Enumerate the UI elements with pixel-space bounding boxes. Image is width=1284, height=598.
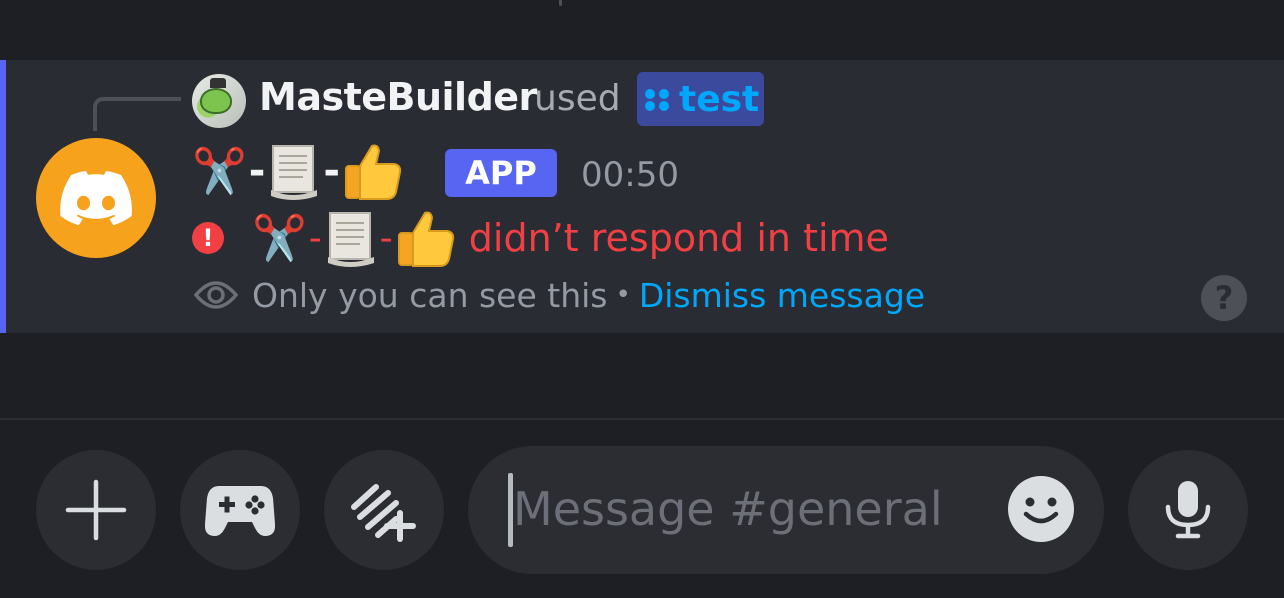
message-input[interactable]: Message #general <box>468 446 1104 574</box>
reply-spine <box>93 97 181 131</box>
scroll-emoji <box>267 142 321 200</box>
apps-button[interactable] <box>324 450 444 570</box>
ephemeral-notice: Only you can see this • Dismiss message <box>194 272 925 318</box>
bot-display-name[interactable]: ✂️ - - <box>192 136 404 206</box>
avatar-frog <box>200 88 232 114</box>
error-alert-icon: ! <box>192 222 224 254</box>
dismiss-message-link[interactable]: Dismiss message <box>639 276 925 315</box>
avatar-hat <box>210 78 226 88</box>
eye-icon <box>194 281 238 309</box>
gamepad-icon <box>205 486 275 536</box>
thumbs-up-emoji <box>342 140 404 202</box>
message-timestamp: 00:50 <box>581 155 679 195</box>
error-dash: - <box>379 217 393 259</box>
scroll-emoji <box>324 209 378 267</box>
separator-dot: • <box>615 280 631 310</box>
error-dash: - <box>308 217 322 259</box>
ephemeral-text: Only you can see this <box>252 275 608 315</box>
smiley-icon <box>1023 497 1059 524</box>
thumbs-up-emoji <box>395 207 457 269</box>
activities-button[interactable] <box>180 450 300 570</box>
plus-icon <box>65 479 127 541</box>
user-avatar[interactable] <box>192 74 246 128</box>
app-badge: APP <box>445 149 557 197</box>
error-text: didn’t respond in time <box>468 216 889 260</box>
command-name: test <box>679 78 760 120</box>
microphone-icon <box>1165 481 1211 539</box>
message-accent-bar <box>0 60 6 333</box>
emoji-picker-button[interactable] <box>1008 476 1074 542</box>
add-attachment-button[interactable] <box>36 450 156 570</box>
voice-message-button[interactable] <box>1128 450 1248 570</box>
bot-avatar[interactable] <box>36 138 156 258</box>
top-divider <box>559 0 562 6</box>
name-dash: - <box>248 148 266 194</box>
interaction-used-text: used <box>534 78 621 119</box>
name-dash: - <box>323 148 341 194</box>
discord-logo-icon <box>60 171 132 226</box>
error-line: ! ✂️ - - didn’t respond in time <box>192 206 889 270</box>
app-launcher-icon <box>351 484 416 542</box>
interaction-username[interactable]: MasteBuilder <box>259 75 537 119</box>
slash-command-icon <box>645 85 673 113</box>
scissors-emoji: ✂️ <box>252 213 307 264</box>
scissors-emoji: ✂️ <box>192 146 247 197</box>
slash-command-pill[interactable]: test <box>637 72 764 126</box>
message-input-placeholder: Message #general <box>513 482 943 536</box>
help-button[interactable]: ? <box>1201 275 1247 321</box>
